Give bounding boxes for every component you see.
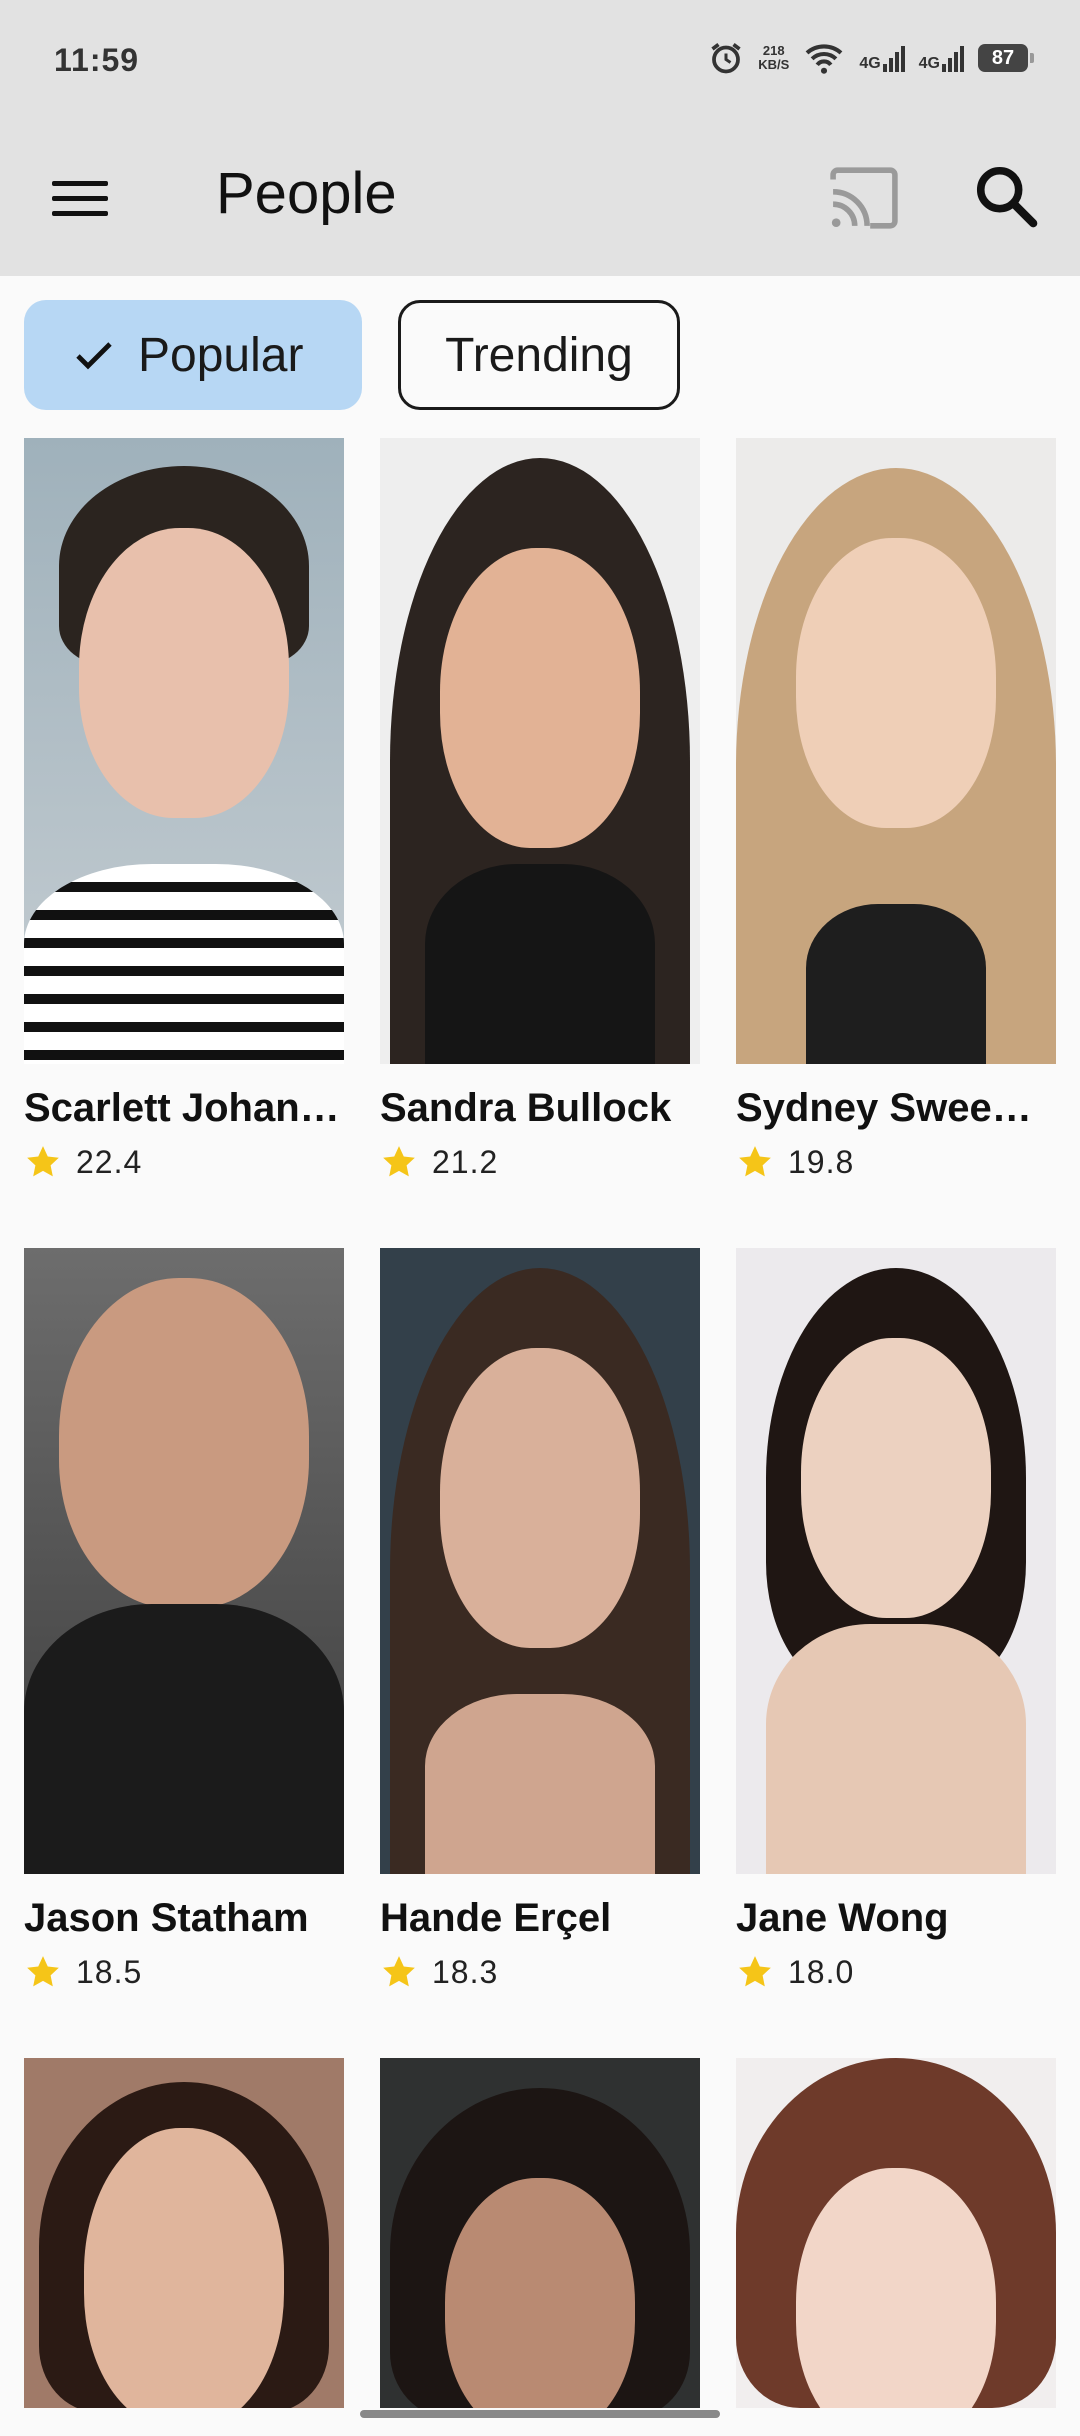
person-card[interactable] [380,2058,700,2408]
filter-chips: Popular Trending [24,300,680,414]
person-score: 19.8 [736,1143,1056,1181]
status-time: 11:59 [54,42,140,78]
wifi-icon [805,44,843,74]
person-score-value: 18.5 [76,1953,143,1990]
check-icon [76,342,112,370]
star-icon [739,1146,771,1177]
chip-popular[interactable]: Popular [24,300,362,410]
person-score: 22.4 [24,1143,344,1181]
star-icon [739,1956,771,1987]
person-score-value: 19.8 [788,1143,855,1180]
person-photo [736,2058,1056,2408]
person-name: Hande Erçel [380,1896,612,1940]
battery-indicator: 87 [978,44,1034,72]
network-type-1: 4G [859,55,881,72]
person-card[interactable]: Sydney Sweeney 19.8 [736,438,1056,1181]
person-card[interactable]: Hande Erçel 18.3 [380,1248,700,1991]
star-icon [27,1956,59,1987]
person-card[interactable] [24,2058,344,2408]
gesture-navigation-bar[interactable] [360,2410,720,2418]
status-icons: 218 KB/S 4G 4G 87 [708,36,1034,80]
person-photo [24,2058,344,2408]
network-speed-unit: KB/S [758,57,790,72]
person-score-value: 22.4 [76,1143,143,1180]
menu-icon [52,180,108,186]
person-score: 18.5 [24,1953,344,1991]
person-photo [736,438,1056,1064]
person-card[interactable] [736,2058,1056,2408]
person-score-value: 18.0 [788,1953,855,1990]
person-photo [380,438,700,1064]
page-title: People [216,161,397,226]
star-icon [383,1956,415,1987]
star-icon [383,1146,415,1177]
person-name: Jane Wong [736,1896,949,1940]
person-photo [736,1248,1056,1874]
person-name: Sandra Bullock [380,1086,672,1130]
signal-bars-icon [882,46,905,72]
signal-bars-icon [942,46,964,72]
person-score-value: 18.3 [432,1953,499,1990]
cast-icon[interactable] [826,164,902,232]
signal-1: 4G [859,44,905,72]
person-score: 21.2 [380,1143,700,1181]
person-card[interactable]: Jane Wong 18.0 [736,1248,1056,1991]
person-card[interactable]: Scarlett Johansson 22.4 [24,438,344,1181]
network-speed: 218 KB/S [758,44,789,72]
search-icon[interactable] [972,162,1042,232]
person-photo [380,2058,700,2408]
chip-popular-label: Popular [138,328,304,382]
person-card[interactable]: Sandra Bullock 21.2 [380,438,700,1181]
person-score: 18.0 [736,1953,1056,1991]
person-name: Scarlett Johansson [24,1086,344,1130]
person-photo [24,1248,344,1874]
chip-trending-label: Trending [445,328,633,382]
status-bar: 11:59 218 KB/S 4G 4G 87 [0,0,1080,120]
chip-trending[interactable]: Trending [398,300,680,410]
alarm-icon [711,43,741,74]
network-type-2: 4G [918,55,940,72]
person-score: 18.3 [380,1953,700,1991]
person-card[interactable]: Jason Statham 18.5 [24,1248,344,1991]
signal-2: 4G [919,44,964,72]
person-photo [380,1248,700,1874]
person-name: Jason Statham [24,1896,309,1940]
person-name: Sydney Sweeney [736,1086,1056,1130]
person-score-value: 21.2 [432,1143,499,1180]
menu-button[interactable] [52,170,114,226]
star-icon [27,1146,59,1177]
app-bar: People [0,120,1080,276]
network-speed-value: 218 [762,43,785,58]
person-photo [24,438,344,1064]
